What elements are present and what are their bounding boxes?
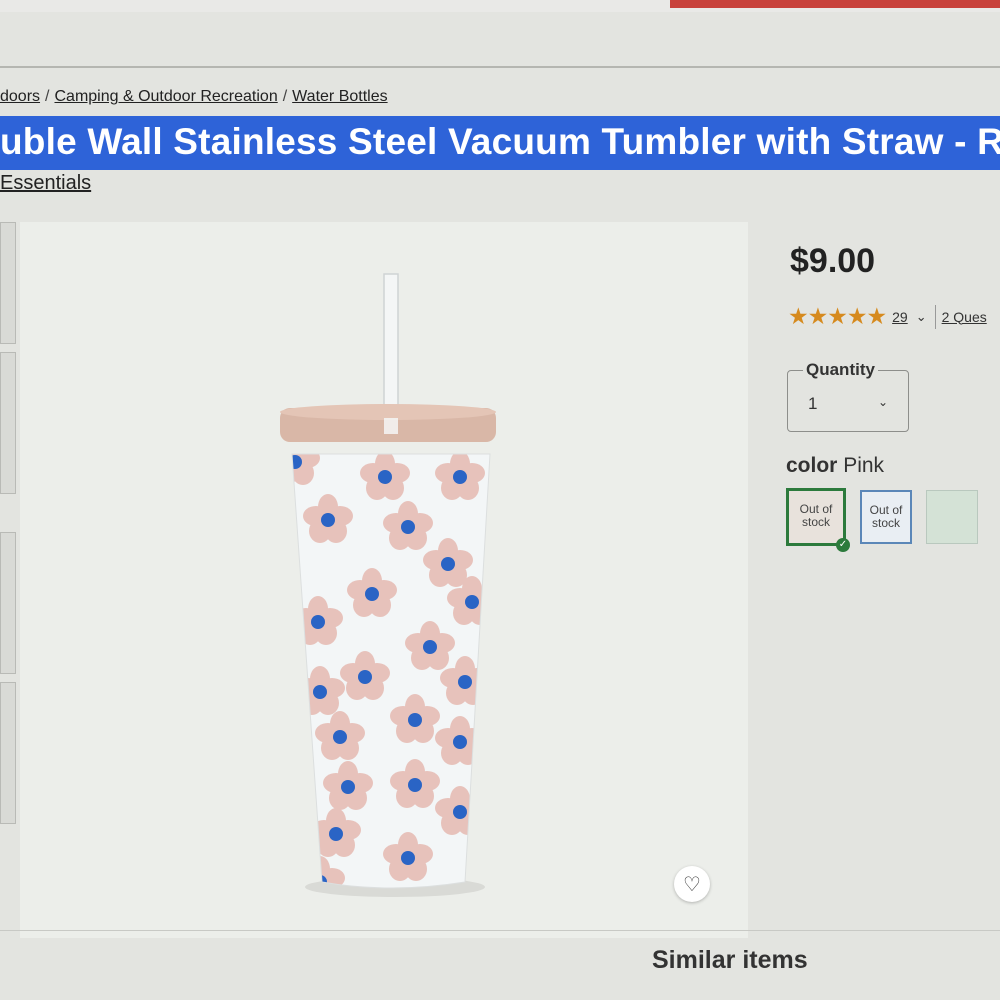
product-price: $9.00 <box>790 242 876 280</box>
chevron-down-icon: ⌄ <box>878 395 889 409</box>
breadcrumb-link-camping[interactable]: Camping & Outdoor Recreation <box>54 88 277 105</box>
brand-link[interactable]: Essentials <box>0 172 91 195</box>
thumbnail[interactable] <box>0 222 16 344</box>
swatch-status: Out of stock <box>869 503 903 530</box>
thumbnail[interactable] <box>0 682 16 824</box>
product-image[interactable]: ♡ <box>20 222 748 938</box>
questions-link[interactable]: 2 Ques <box>942 309 987 325</box>
breadcrumb-link-water-bottles[interactable]: Water Bottles <box>292 88 387 105</box>
star-rating: ★★★★★ <box>788 303 887 329</box>
swatch-status: Out of stock <box>799 502 833 529</box>
similar-items-heading: Similar items <box>652 946 808 974</box>
check-icon: ✓ <box>836 538 850 552</box>
thumbnail[interactable] <box>0 532 16 674</box>
breadcrumb-separator: / <box>45 88 50 105</box>
quantity-label: Quantity <box>803 360 878 380</box>
tumbler-illustration <box>280 273 496 897</box>
color-label: color Pink <box>786 454 884 478</box>
rating-row: ★★★★★ 29 ⌄ 2 Ques <box>788 303 987 330</box>
header-accent <box>670 0 1000 8</box>
product-title: uble Wall Stainless Steel Vacuum Tumbler… <box>0 121 1000 162</box>
thumbnail-strip <box>0 222 16 922</box>
heart-icon: ♡ <box>683 873 701 896</box>
header-divider <box>0 66 1000 68</box>
section-divider <box>0 930 1000 931</box>
rating-count-link[interactable]: 29 <box>892 309 908 325</box>
color-swatch-pink[interactable]: Out of stock <box>786 488 846 546</box>
color-label-text: color <box>786 454 838 477</box>
breadcrumb: doors / Camping & Outdoor Recreation / Water… <box>0 88 388 106</box>
favorite-button[interactable]: ♡ <box>674 866 710 902</box>
chevron-down-icon[interactable]: ⌄ <box>916 309 927 325</box>
rating-divider <box>934 304 936 329</box>
selected-color: Pink <box>843 454 885 477</box>
breadcrumb-link-outdoors[interactable]: doors <box>0 88 40 105</box>
color-swatch-blue[interactable]: Out of stock <box>860 490 912 544</box>
color-swatch-green[interactable] <box>926 490 978 544</box>
thumbnail[interactable] <box>0 352 16 494</box>
browser-top-bar <box>0 0 1000 12</box>
quantity-value: 1 <box>808 394 818 413</box>
breadcrumb-separator: / <box>282 88 288 105</box>
